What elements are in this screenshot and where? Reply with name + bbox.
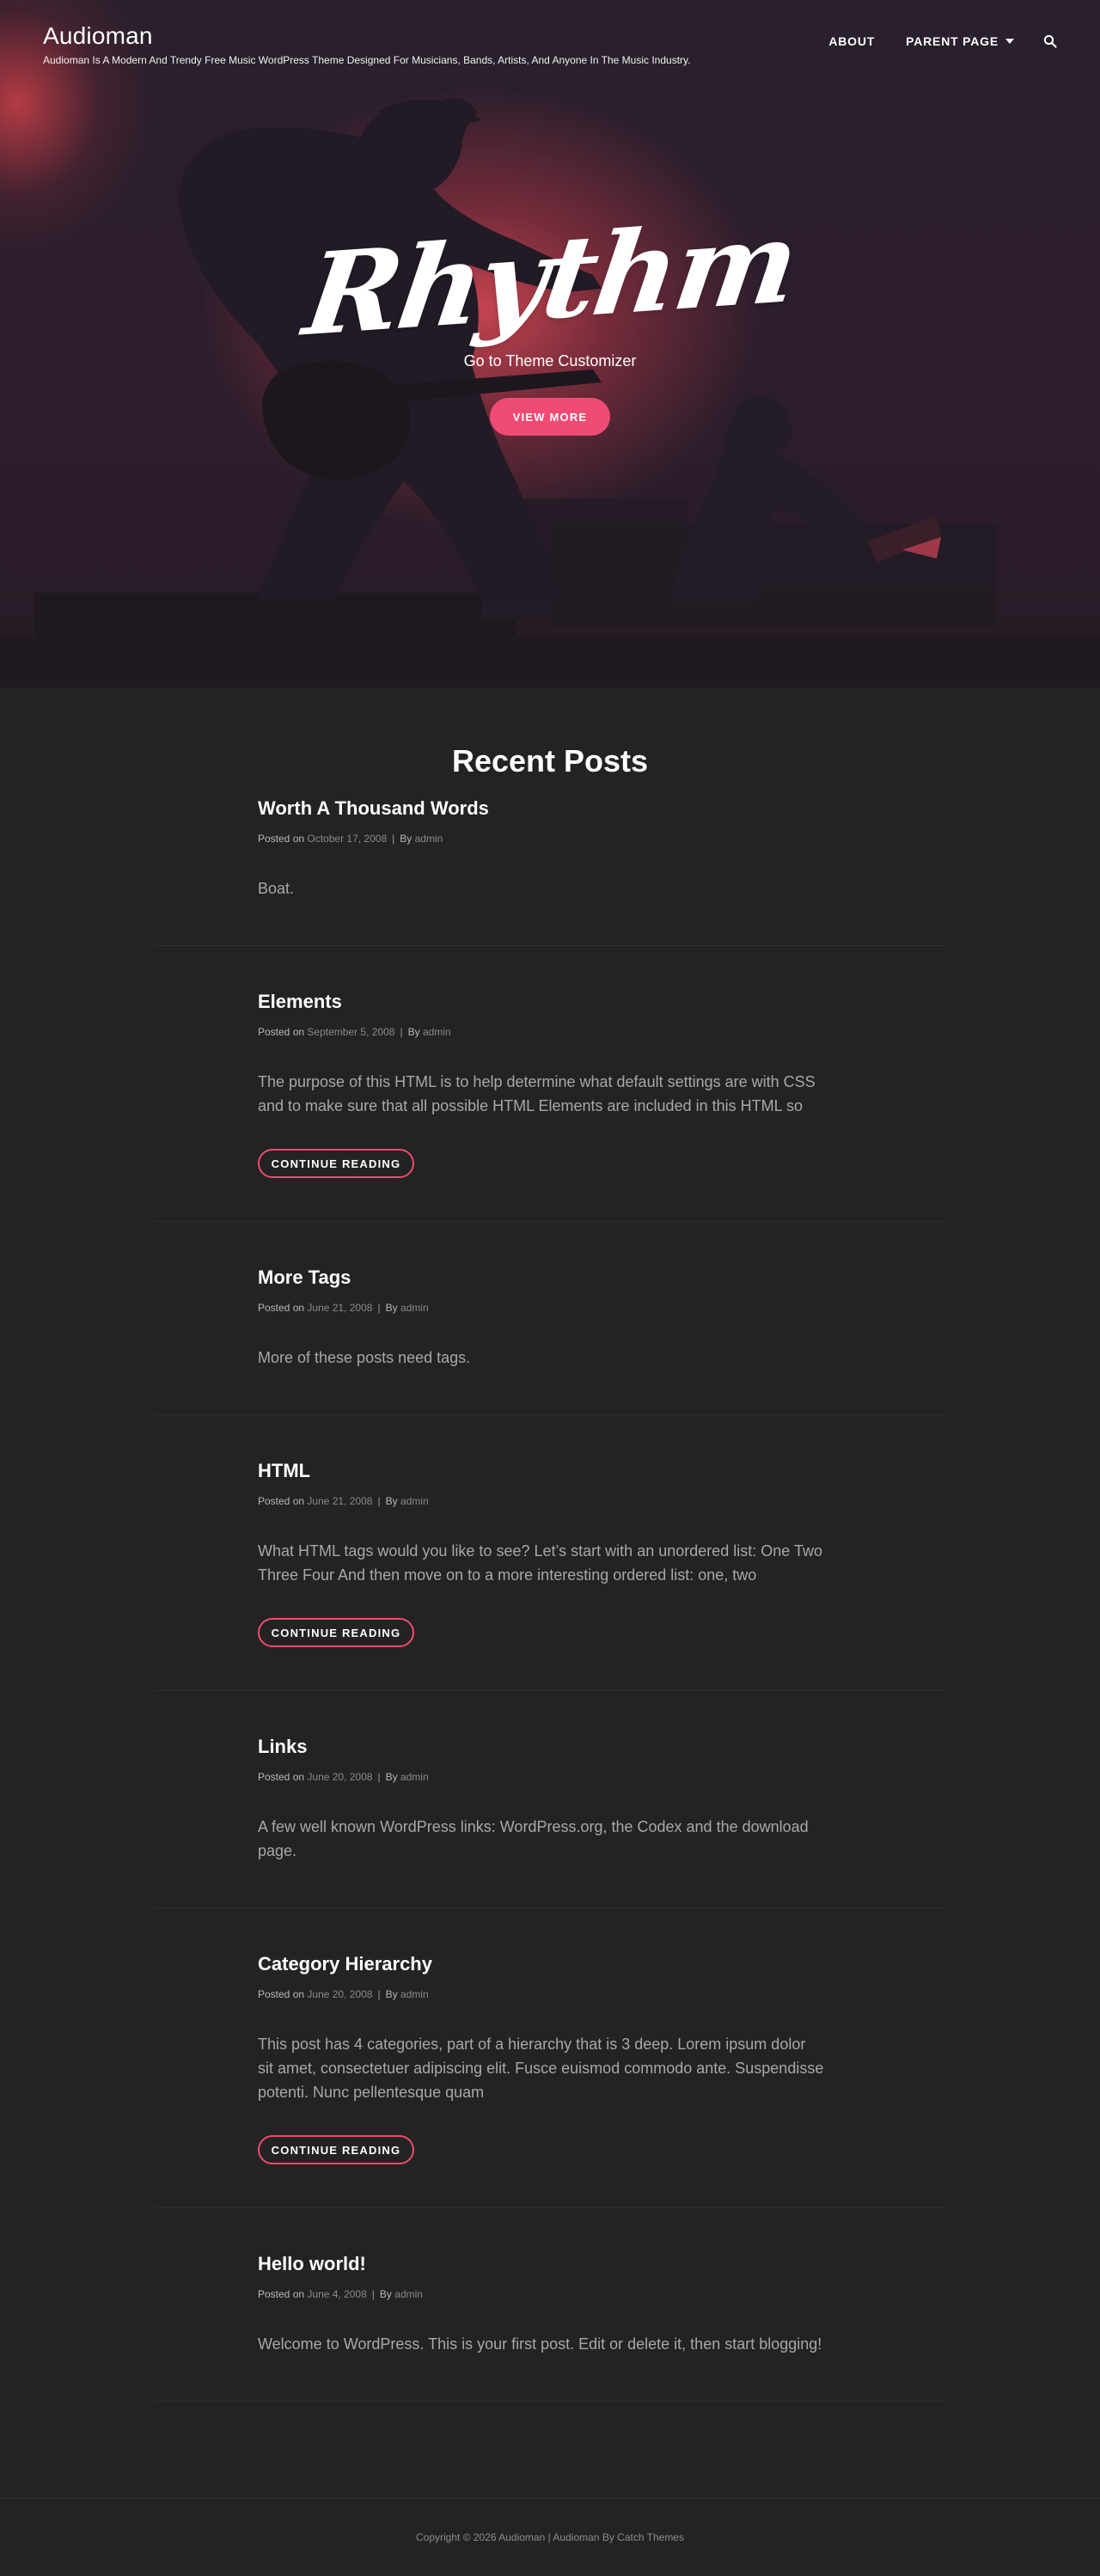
post-title-link[interactable]: More Tags — [258, 1267, 351, 1288]
nav-item-about-label: About — [828, 34, 876, 48]
post-excerpt: What HTML tags would you like to see? Le… — [258, 1542, 822, 1584]
view-more-button[interactable]: View More — [490, 398, 610, 436]
footer-theme-name: Audioman — [553, 2531, 600, 2543]
post-meta: Posted on June 21, 2008 | By admin — [258, 1494, 842, 1508]
site-branding: Audioman Audioman Is A Modern And Trendy… — [43, 22, 690, 67]
posted-on-label: Posted on — [258, 1026, 305, 1038]
post-date-link[interactable]: October 17, 2008 — [307, 833, 387, 845]
posted-on-label: Posted on — [258, 1988, 305, 2000]
posted-on-label: Posted on — [258, 833, 305, 845]
nav-item-parent-page[interactable]: Parent Page — [906, 34, 1014, 48]
post-author-link[interactable]: admin — [423, 1026, 451, 1038]
post-excerpt: Welcome to WordPress. This is your first… — [258, 2335, 822, 2353]
post-title-link[interactable]: Links — [258, 1736, 307, 1757]
post-list: Worth A Thousand Words Posted on October… — [155, 782, 945, 2402]
post-date-link[interactable]: September 5, 2008 — [307, 1026, 394, 1038]
post-item: More Tags Posted on June 21, 2008 | By adm… — [155, 1222, 945, 1415]
by-label: By — [407, 1026, 420, 1038]
post-date-link[interactable]: June 21, 2008 — [307, 1495, 372, 1507]
posted-on-label: Posted on — [258, 1302, 305, 1314]
post-author-link[interactable]: admin — [394, 2288, 423, 2300]
post-date-link[interactable]: June 20, 2008 — [307, 1771, 372, 1783]
meta-divider: | — [377, 1771, 381, 1783]
post-item: Worth A Thousand Words Posted on October… — [155, 782, 945, 946]
continue-reading-button[interactable]: Continue Reading — [258, 1149, 414, 1178]
post-title-link[interactable]: HTML — [258, 1460, 310, 1481]
posted-on-label: Posted on — [258, 1771, 305, 1783]
post-title-link[interactable]: Hello world! — [258, 2253, 366, 2274]
site-title-link[interactable]: Audioman — [43, 22, 690, 50]
continue-reading-button[interactable]: Continue Reading — [258, 1618, 414, 1647]
post-item: HTML Posted on June 21, 2008 | By admin Wh… — [155, 1415, 945, 1691]
hero-banner: Audioman Audioman Is A Modern And Trendy… — [0, 0, 1100, 687]
meta-divider: | — [377, 1495, 381, 1507]
post-date-link[interactable]: June 20, 2008 — [307, 1988, 372, 2000]
recent-posts-section: Recent Posts Worth A Thousand Words Post… — [0, 687, 1100, 2402]
post-title-link[interactable]: Category Hierarchy — [258, 1953, 432, 1975]
post-meta: Posted on June 21, 2008 | By admin — [258, 1301, 842, 1315]
post-author-link[interactable]: admin — [400, 1988, 429, 2000]
by-label: By — [400, 833, 412, 845]
posted-on-label: Posted on — [258, 1495, 305, 1507]
hero-subtitle: Go to Theme Customizer — [463, 352, 637, 369]
nav-item-about[interactable]: About — [828, 34, 875, 48]
continue-reading-button[interactable]: Continue Reading — [258, 2135, 414, 2164]
site-footer: Copyright © 2026 Audioman | Audioman By … — [0, 2498, 1100, 2576]
search-toggle-button[interactable] — [1043, 34, 1057, 48]
post-meta: Posted on June 20, 2008 | By admin — [258, 1987, 842, 2001]
post-excerpt: Boat. — [258, 880, 295, 897]
post-excerpt: More of these posts need tags. — [258, 1349, 471, 1366]
meta-divider: | — [371, 2288, 375, 2300]
post-item: Elements Posted on September 5, 2008 | By … — [155, 946, 945, 1222]
post-excerpt: The purpose of this HTML is to help dete… — [258, 1073, 816, 1114]
footer-author-link[interactable]: Catch Themes — [617, 2531, 684, 2543]
post-item: Hello world! Posted on June 4, 2008 | By a… — [155, 2208, 945, 2402]
post-meta: Posted on October 17, 2008 | By admin — [258, 832, 842, 845]
post-author-link[interactable]: admin — [415, 833, 443, 845]
post-item: Category Hierarchy Posted on June 20, 20… — [155, 1908, 945, 2208]
posted-on-label: Posted on — [258, 2288, 305, 2300]
main-navigation: About Parent Page — [828, 34, 1057, 48]
meta-divider: | — [377, 1988, 381, 2000]
post-excerpt: A few well known WordPress links: WordPr… — [258, 1818, 809, 1859]
post-meta: Posted on June 20, 2008 | By admin — [258, 1770, 842, 1784]
post-meta: Posted on September 5, 2008 | By admin — [258, 1025, 842, 1039]
post-author-link[interactable]: admin — [400, 1771, 429, 1783]
site-header: Audioman Audioman Is A Modern And Trendy… — [0, 0, 1100, 77]
by-label: By — [385, 1988, 398, 2000]
meta-divider: | — [377, 1302, 381, 1314]
chevron-down-icon — [1005, 39, 1014, 44]
by-label: By — [385, 1771, 398, 1783]
post-title-link[interactable]: Elements — [258, 991, 342, 1012]
post-date-link[interactable]: June 21, 2008 — [307, 1302, 372, 1314]
copyright-text: Copyright © 2026 — [416, 2531, 497, 2543]
by-label: By — [385, 1495, 398, 1507]
footer-site-link[interactable]: Audioman — [498, 2531, 545, 2543]
by-label: By — [385, 1302, 398, 1314]
meta-divider: | — [392, 833, 395, 845]
search-icon — [1043, 34, 1057, 48]
nav-item-parent-page-label: Parent Page — [906, 34, 999, 48]
hero-content: Rhythm Go to Theme Customizer View More — [0, 196, 1100, 436]
post-title-link[interactable]: Worth A Thousand Words — [258, 797, 489, 819]
site-tagline: Audioman Is A Modern And Trendy Free Mus… — [43, 54, 691, 66]
footer-separator: | — [547, 2531, 551, 2543]
meta-divider: | — [400, 1026, 403, 1038]
post-meta: Posted on June 4, 2008 | By admin — [258, 2287, 842, 2301]
section-title: Recent Posts — [451, 743, 649, 778]
footer-credits: Copyright © 2026 Audioman | Audioman By … — [416, 2531, 684, 2543]
post-date-link[interactable]: June 4, 2008 — [307, 2288, 366, 2300]
post-author-link[interactable]: admin — [400, 1302, 429, 1314]
post-author-link[interactable]: admin — [400, 1495, 429, 1507]
post-excerpt: This post has 4 categories, part of a hi… — [258, 2036, 824, 2101]
post-item: Links Posted on June 20, 2008 | By admin A… — [155, 1691, 945, 1908]
footer-by-label: By — [602, 2531, 614, 2543]
by-label: By — [379, 2288, 392, 2300]
hero-title: Rhythm — [296, 195, 804, 363]
